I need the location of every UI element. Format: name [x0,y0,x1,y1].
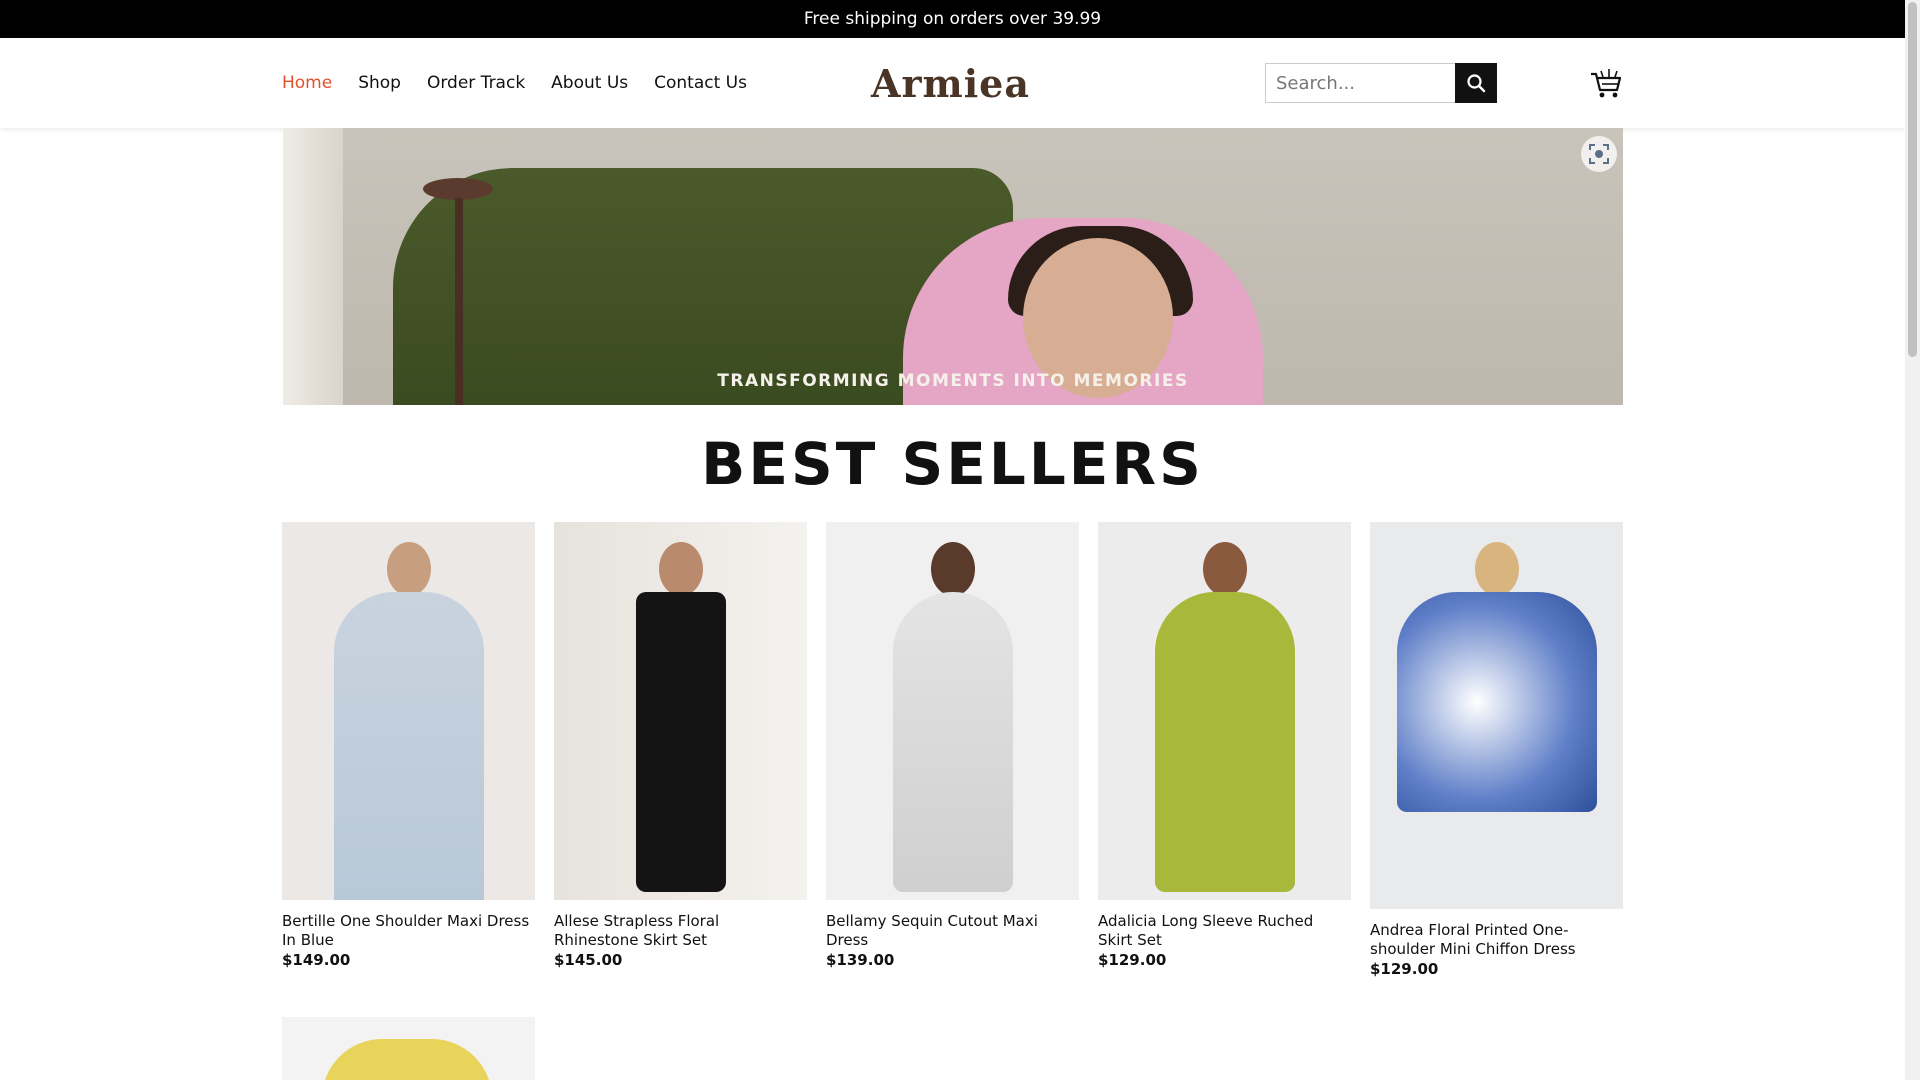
product-price: $149.00 [282,951,351,969]
product-price: $139.00 [826,951,895,969]
dress-shape [635,592,726,892]
nav-about-us[interactable]: About Us [551,73,628,93]
scrollbar-thumb[interactable] [1908,2,1917,357]
product-image[interactable] [554,522,807,900]
dress-shape [333,592,484,900]
nav-shop[interactable]: Shop [358,73,401,93]
product-name[interactable]: Adalicia Long Sleeve Ruched Skirt Set [1098,912,1351,950]
product-name[interactable]: Bellamy Sequin Cutout Maxi Dress [826,912,1079,950]
product-price: $145.00 [554,951,623,969]
hero-banner[interactable]: TRANSFORMING MOMENTS INTO MEMORIES [283,128,1623,405]
product-card[interactable]: Bertille One Shoulder Maxi Dress In Blue… [282,522,535,969]
model-head [386,542,431,596]
product-card[interactable]: Adalicia Long Sleeve Ruched Skirt Set $1… [1098,522,1351,969]
cart-icon [1591,69,1622,98]
product-name[interactable]: Bertille One Shoulder Maxi Dress In Blue [282,912,535,950]
model-head [658,542,703,596]
dress-shape [1396,592,1597,812]
product-card[interactable]: Bellamy Sequin Cutout Maxi Dress $139.00 [826,522,1079,969]
nav-home[interactable]: Home [282,73,332,93]
product-card[interactable]: Allese Strapless Floral Rhinestone Skirt… [554,522,807,969]
cart-button[interactable] [1588,64,1624,102]
page-scrollbar[interactable] [1905,0,1920,1080]
announcement-bar: Free shipping on orders over 39.99 [0,0,1905,38]
site-logo[interactable]: Armiea [871,60,1029,106]
product-image[interactable] [1098,522,1351,900]
dress-shape [322,1039,492,1080]
dress-shape [892,592,1013,892]
main-nav: Home Shop Order Track About Us Contact U… [282,38,747,128]
model-head [930,542,975,596]
model-head [1474,542,1519,596]
search-form [1265,63,1497,103]
announcement-text: Free shipping on orders over 39.99 [803,9,1102,29]
hero-door-shape [283,128,343,405]
search-input[interactable] [1265,63,1455,103]
search-button[interactable] [1455,63,1497,103]
lens-icon [1589,144,1609,164]
nav-order-track[interactable]: Order Track [427,73,525,93]
dress-shape [1154,592,1295,892]
hero-lamp-shape [423,178,493,200]
hero-caption: TRANSFORMING MOMENTS INTO MEMORIES [717,371,1189,391]
product-name[interactable]: Andrea Floral Printed One-shoulder Mini … [1370,921,1623,959]
lens-button[interactable] [1581,136,1617,172]
product-image[interactable] [826,522,1079,900]
product-image[interactable] [282,1017,535,1080]
product-image[interactable] [1370,522,1623,909]
nav-contact-us[interactable]: Contact Us [654,73,747,93]
best-sellers-title: BEST SELLERS [701,430,1204,498]
model-head [1202,542,1247,596]
search-icon [1467,74,1486,93]
logo-text: Armiea [871,60,1030,106]
site-header: Home Shop Order Track About Us Contact U… [0,38,1905,128]
product-name[interactable]: Allese Strapless Floral Rhinestone Skirt… [554,912,807,950]
product-price: $129.00 [1098,951,1167,969]
product-price: $129.00 [1370,960,1439,978]
product-card[interactable]: Andrea Floral Printed One-shoulder Mini … [1370,522,1623,978]
product-image[interactable] [282,522,535,900]
